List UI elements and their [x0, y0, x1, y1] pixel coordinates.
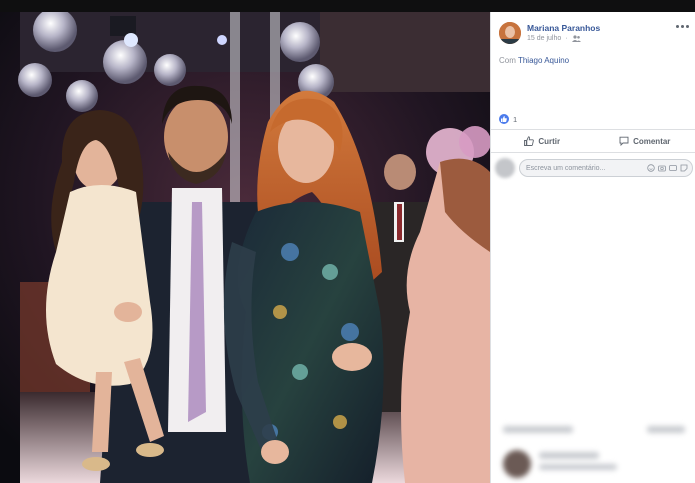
author-name[interactable]: Mariana Paranhos	[527, 23, 600, 33]
avatar-image	[499, 22, 521, 44]
top-bar	[0, 0, 695, 12]
tagged-line: Com Thiago Aquino	[499, 56, 569, 65]
like-count: 1	[513, 114, 518, 124]
more-options-icon[interactable]	[675, 22, 689, 30]
gif-icon[interactable]	[669, 164, 677, 172]
comment-placeholder: Escreva um comentário...	[526, 164, 606, 172]
comment-button-label: Comentar	[633, 136, 671, 146]
comment-button[interactable]: Comentar	[594, 130, 695, 152]
comment-composer: Escreva um comentário...	[495, 158, 693, 178]
like-reaction-icon	[499, 114, 509, 124]
blurred-comment	[499, 424, 689, 483]
thumbs-up-icon	[524, 136, 535, 146]
tagged-person-link[interactable]: Thiago Aquino	[518, 56, 569, 65]
post-meta: 15 de julho ·	[527, 35, 581, 42]
reactions-summary[interactable]: 1	[499, 114, 517, 124]
comment-tools	[647, 164, 692, 172]
photo-image	[0, 12, 490, 483]
friends-icon[interactable]	[571, 35, 581, 42]
like-button-label: Curtir	[538, 136, 561, 146]
sticker-icon[interactable]	[680, 164, 688, 172]
post-date[interactable]: 15 de julho	[527, 35, 561, 42]
emoji-icon[interactable]	[647, 164, 655, 172]
comment-icon	[619, 136, 629, 146]
viewer-avatar	[495, 158, 515, 178]
comment-input[interactable]: Escreva um comentário...	[519, 159, 693, 177]
post-panel: Mariana Paranhos 15 de julho · Com Thiag…	[490, 12, 695, 483]
like-button[interactable]: Curtir	[491, 130, 594, 152]
with-prefix: Com	[499, 56, 516, 65]
post-header: Mariana Paranhos 15 de julho ·	[499, 22, 689, 48]
photo[interactable]	[0, 12, 490, 483]
camera-icon[interactable]	[658, 164, 666, 172]
photo-viewer: Mariana Paranhos 15 de julho · Com Thiag…	[0, 0, 695, 483]
post-actions: Curtir Comentar	[491, 129, 695, 153]
author-avatar[interactable]	[499, 22, 521, 44]
